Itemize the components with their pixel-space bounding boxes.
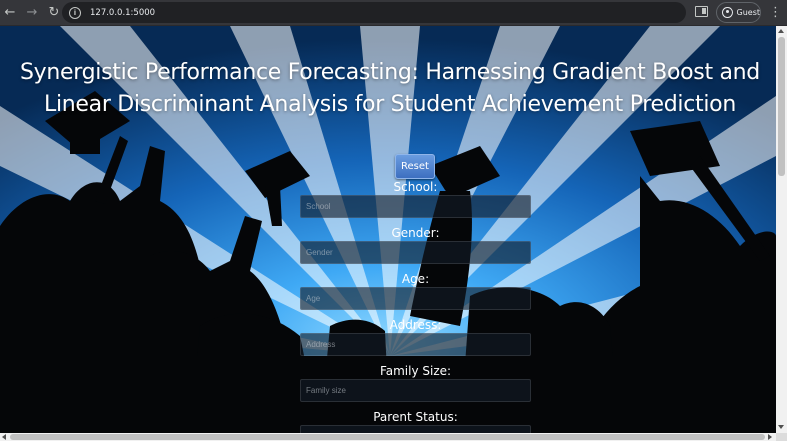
address-placeholder: Address xyxy=(306,340,336,349)
arrow-left-icon[interactable]: ← xyxy=(0,3,20,23)
scroll-down-arrow-icon[interactable] xyxy=(778,425,784,429)
url-text: 127.0.0.1:5000 xyxy=(90,7,156,18)
scroll-right-arrow-icon[interactable] xyxy=(768,434,772,440)
address-input[interactable]: Address xyxy=(300,333,531,356)
school-label: School: xyxy=(393,180,438,194)
reset-button[interactable]: Reset xyxy=(395,154,435,179)
kebab-menu-icon[interactable]: ⋮ xyxy=(769,4,782,22)
family-size-placeholder: Family size xyxy=(306,386,347,395)
profile-button[interactable]: Guest xyxy=(716,2,761,23)
scroll-up-arrow-icon[interactable] xyxy=(778,29,784,33)
horizontal-scroll-thumb[interactable] xyxy=(10,434,765,440)
info-icon[interactable]: i xyxy=(69,6,81,19)
address-bar[interactable]: i 127.0.0.1:5000 xyxy=(62,2,686,23)
age-input[interactable]: Age xyxy=(300,287,531,310)
gender-input[interactable]: Gender xyxy=(300,241,531,264)
vertical-scrollbar[interactable] xyxy=(776,26,787,433)
age-placeholder: Age xyxy=(306,294,321,303)
family-size-label: Family Size: xyxy=(379,364,452,378)
gender-label: Gender: xyxy=(391,226,440,240)
parent-status-label: Parent Status: xyxy=(373,410,458,424)
page-title-line-1: Synergistic Performance Forecasting: Har… xyxy=(20,59,760,85)
arrow-right-icon[interactable]: → xyxy=(22,3,42,23)
guest-avatar-icon xyxy=(722,7,733,18)
reload-icon[interactable]: ↻ xyxy=(44,3,64,23)
school-placeholder: School xyxy=(306,202,331,211)
gender-placeholder: Gender xyxy=(306,248,333,257)
scrollbar-corner xyxy=(776,433,787,441)
parent-status-input[interactable] xyxy=(300,425,531,433)
page-title: Synergistic Performance Forecasting: Har… xyxy=(0,57,776,121)
horizontal-scrollbar[interactable] xyxy=(0,433,776,441)
page-title-line-2: Linear Discriminant Analysis for Student… xyxy=(44,91,736,117)
page-viewport: Synergistic Performance Forecasting: Har… xyxy=(0,26,776,433)
side-panel-icon[interactable] xyxy=(695,6,708,17)
browser-toolbar: ← → ↻ i 127.0.0.1:5000 Guest ⋮ xyxy=(0,0,787,26)
scroll-left-arrow-icon[interactable] xyxy=(2,434,6,440)
age-label: Age: xyxy=(401,272,430,286)
profile-label: Guest xyxy=(736,8,761,17)
family-size-input[interactable]: Family size xyxy=(300,379,531,402)
address-label: Address: xyxy=(389,318,442,332)
school-input[interactable]: School xyxy=(300,195,531,218)
vertical-scroll-thumb[interactable] xyxy=(778,37,785,176)
